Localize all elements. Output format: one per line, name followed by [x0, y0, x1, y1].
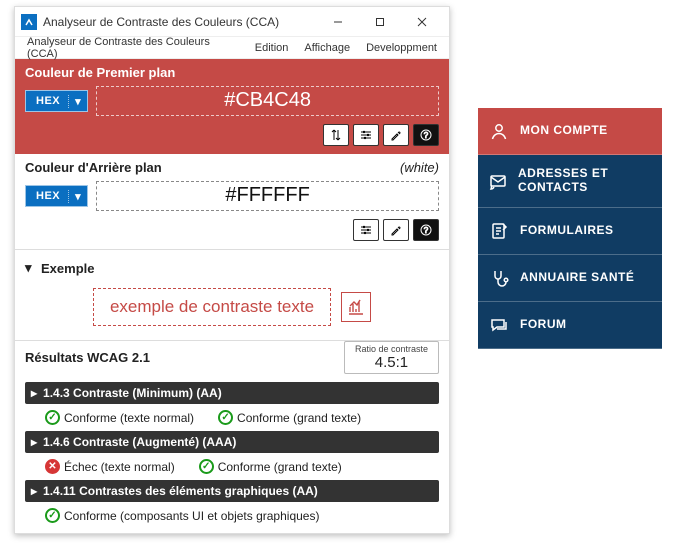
- pass-icon: ✓: [199, 459, 214, 474]
- cca-window: Analyseur de Contraste des Couleurs (CCA…: [14, 6, 450, 534]
- eyedropper-button[interactable]: [383, 219, 409, 241]
- example-text: exemple de contraste texte: [93, 288, 331, 326]
- help-button[interactable]: ?: [413, 124, 439, 146]
- criterion-bar[interactable]: ▸ 1.4.11 Contrastes des éléments graphiq…: [25, 480, 439, 502]
- sidebar-item-label: ANNUAIRE SANTÉ: [520, 271, 634, 285]
- foreground-panel: Couleur de Premier plan HEX ▾ #CB4C48 ?: [15, 59, 449, 154]
- criterion-checks: ✓ Conforme (texte normal) ✓ Conforme (gr…: [15, 404, 449, 427]
- chat-icon: [488, 314, 510, 336]
- foreground-value-input[interactable]: #CB4C48: [96, 86, 439, 116]
- check-item: ✓ Conforme (composants UI et objets grap…: [45, 508, 319, 523]
- help-button[interactable]: ?: [413, 219, 439, 241]
- maximize-button[interactable]: [359, 11, 401, 33]
- menu-item[interactable]: Developpment: [358, 39, 445, 57]
- sliders-button[interactable]: [353, 219, 379, 241]
- pass-icon: ✓: [45, 508, 60, 523]
- contrast-ratio-box: Ratio de contraste 4.5:1: [344, 341, 439, 374]
- check-item: ✓ Conforme (grand texte): [199, 459, 342, 474]
- criterion-checks: ✓ Conforme (composants UI et objets grap…: [15, 502, 449, 525]
- format-label: HEX: [36, 190, 60, 202]
- criterion-checks: ✕ Échec (texte normal) ✓ Conforme (grand…: [15, 453, 449, 476]
- criterion-title: 1.4.3 Contraste (Minimum) (AA): [43, 386, 222, 400]
- chevron-down-icon: ▾: [68, 190, 81, 203]
- criterion-title: 1.4.11 Contrastes des éléments graphique…: [43, 484, 318, 498]
- minimize-button[interactable]: [317, 11, 359, 33]
- check-item: ✓ Conforme (grand texte): [218, 410, 361, 425]
- chevron-right-icon: ▸: [31, 435, 37, 449]
- check-text: Conforme (composants UI et objets graphi…: [64, 509, 319, 523]
- example-header[interactable]: ▾ Exemple: [25, 256, 439, 280]
- app-icon: [21, 14, 37, 30]
- svg-text:?: ?: [424, 226, 429, 235]
- menubar: Analyseur de Contraste des Couleurs (CCA…: [15, 37, 449, 59]
- results-title: Résultats WCAG 2.1: [25, 350, 150, 365]
- criterion-bar[interactable]: ▸ 1.4.3 Contraste (Minimum) (AA): [25, 382, 439, 404]
- mail-icon: [488, 170, 508, 192]
- stethoscope-icon: [488, 267, 510, 289]
- background-color-name: (white): [400, 160, 439, 175]
- chevron-right-icon: ▸: [31, 484, 37, 498]
- format-label: HEX: [36, 95, 60, 107]
- background-format-select[interactable]: HEX ▾: [25, 185, 88, 207]
- form-icon: [488, 220, 510, 242]
- foreground-label: Couleur de Premier plan: [25, 65, 439, 80]
- sidebar-item-label: FORUM: [520, 318, 567, 332]
- menu-item[interactable]: Analyseur de Contraste des Couleurs (CCA…: [19, 33, 247, 63]
- background-value-input[interactable]: #FFFFFF: [96, 181, 439, 211]
- criterion-bar[interactable]: ▸ 1.4.6 Contraste (Augmenté) (AAA): [25, 431, 439, 453]
- close-button[interactable]: [401, 11, 443, 33]
- menu-item[interactable]: Edition: [247, 39, 297, 57]
- sidebar-item-contacts[interactable]: ADRESSES ET CONTACTS: [478, 155, 662, 208]
- foreground-format-select[interactable]: HEX ▾: [25, 90, 88, 112]
- sidebar-item-label: MON COMPTE: [520, 124, 608, 138]
- pass-icon: ✓: [218, 410, 233, 425]
- chart-icon[interactable]: [341, 292, 371, 322]
- check-text: Échec (texte normal): [64, 460, 175, 474]
- swap-button[interactable]: [323, 124, 349, 146]
- check-item: ✕ Échec (texte normal): [45, 459, 175, 474]
- sidebar-item-account[interactable]: MON COMPTE: [478, 108, 662, 155]
- ratio-value: 4.5:1: [355, 354, 428, 371]
- check-text: Conforme (grand texte): [237, 411, 361, 425]
- sliders-button[interactable]: [353, 124, 379, 146]
- sidebar-item-forms[interactable]: FORMULAIRES: [478, 208, 662, 255]
- chevron-right-icon: ▸: [31, 386, 37, 400]
- check-text: Conforme (grand texte): [218, 460, 342, 474]
- menu-item[interactable]: Affichage: [296, 39, 358, 57]
- user-icon: [488, 120, 510, 142]
- background-panel: Couleur d'Arrière plan (white) HEX ▾ #FF…: [15, 154, 449, 250]
- window-title: Analyseur de Contraste des Couleurs (CCA…: [43, 15, 311, 29]
- chevron-down-icon: ▾: [68, 95, 81, 108]
- sidebar-item-label: FORMULAIRES: [520, 224, 614, 238]
- pass-icon: ✓: [45, 410, 60, 425]
- example-title: Exemple: [41, 261, 94, 276]
- sidebar-item-forum[interactable]: FORUM: [478, 302, 662, 349]
- eyedropper-button[interactable]: [383, 124, 409, 146]
- criterion-title: 1.4.6 Contraste (Augmenté) (AAA): [43, 435, 236, 449]
- fail-icon: ✕: [45, 459, 60, 474]
- sidebar-menu: MON COMPTE ADRESSES ET CONTACTS FORMULAI…: [478, 108, 662, 349]
- ratio-label: Ratio de contraste: [355, 344, 428, 354]
- background-label: Couleur d'Arrière plan: [25, 160, 162, 175]
- check-text: Conforme (texte normal): [64, 411, 194, 425]
- chevron-down-icon: ▾: [25, 260, 35, 276]
- example-section: ▾ Exemple exemple de contraste texte: [15, 250, 449, 341]
- window-controls: [317, 11, 443, 33]
- results-header: Résultats WCAG 2.1 Ratio de contraste 4.…: [15, 341, 449, 378]
- check-item: ✓ Conforme (texte normal): [45, 410, 194, 425]
- foreground-toolbar: ?: [25, 124, 439, 146]
- sidebar-item-health[interactable]: ANNUAIRE SANTÉ: [478, 255, 662, 302]
- background-toolbar: ?: [25, 219, 439, 241]
- sidebar-item-label: ADRESSES ET CONTACTS: [518, 167, 652, 195]
- svg-text:?: ?: [424, 131, 429, 140]
